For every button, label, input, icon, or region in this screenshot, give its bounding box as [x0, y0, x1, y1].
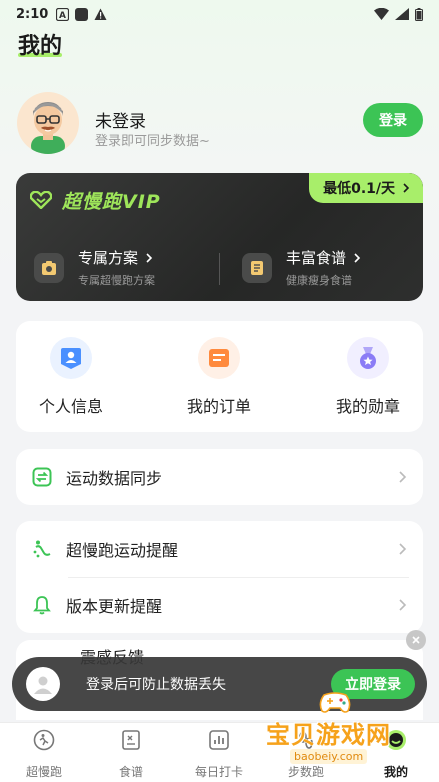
user-subtitle: 登录即可同步数据~: [95, 134, 210, 149]
wifi-icon: [374, 8, 389, 20]
gamepad-icon: [319, 692, 351, 713]
signal-icon: [395, 8, 409, 20]
watermark: 宝贝游戏网 baobeiy.com: [258, 687, 438, 773]
vip-heart-icon: [30, 191, 52, 209]
page-title: 我的: [18, 34, 63, 59]
sync-card: 运动数据同步: [16, 449, 423, 505]
plan-icon: [34, 252, 64, 283]
run-reminder-row[interactable]: 超慢跑运动提醒: [16, 521, 423, 577]
user-name: 未登录: [95, 112, 146, 132]
chevron-right-icon: [399, 471, 407, 483]
tab-label: 每日打卡: [194, 765, 243, 779]
chevron-right-icon: [146, 252, 153, 263]
chart-tab-icon: [209, 730, 229, 750]
order-icon: [198, 337, 240, 379]
reminders-card: 超慢跑运动提醒 版本更新提醒: [16, 521, 423, 633]
tab-slow-run[interactable]: 超慢跑: [4, 729, 84, 780]
vip-divider: [219, 253, 220, 285]
watermark-url: baobeiy.com: [290, 749, 368, 764]
reminder-label: 超慢跑运动提醒: [66, 541, 179, 560]
avatar[interactable]: [17, 92, 79, 154]
run-tab-icon: [33, 729, 55, 751]
sync-row[interactable]: 运动数据同步: [16, 449, 423, 505]
toast-message: 登录后可防止数据丢失: [86, 677, 226, 693]
quick-label: 个人信息: [38, 397, 103, 416]
medal-icon: [347, 337, 389, 379]
tab-daily-checkin[interactable]: 每日打卡: [179, 729, 259, 780]
sync-label: 运动数据同步: [66, 469, 163, 488]
chevron-right-icon: [403, 183, 410, 193]
vip-feature-subtitle: 健康瘦身食谱: [286, 274, 352, 287]
quick-label: 我的勋章: [335, 397, 400, 416]
close-icon: [412, 636, 420, 644]
vip-feature-title: 专属方案: [78, 249, 139, 267]
watermark-title: 宝贝游戏网: [266, 721, 391, 749]
avatar-character-icon: [31, 102, 65, 154]
quick-my-orders[interactable]: 我的订单: [159, 337, 279, 417]
chevron-right-icon: [354, 252, 361, 263]
quick-actions-card: 个人信息 我的订单 我的勋章: [16, 321, 423, 432]
warning-icon: [94, 8, 107, 20]
notification-a-icon: A: [56, 7, 70, 21]
status-time: 2:10: [16, 6, 49, 22]
vip-title: 超慢跑VIP: [62, 191, 161, 213]
running-reminder-icon: [33, 540, 51, 558]
battery-icon: [415, 7, 423, 21]
sync-icon: [32, 467, 52, 487]
user-silhouette-icon: [34, 676, 52, 694]
vip-feature-title: 丰富食谱: [286, 249, 347, 267]
status-bar: 2:10 A: [0, 0, 439, 28]
tab-recipes[interactable]: 食谱: [91, 729, 171, 780]
vip-feature-plan[interactable]: 专属方案 专属超慢跑方案: [34, 247, 155, 288]
svg-text:A: A: [59, 11, 66, 21]
toast-close-button[interactable]: [406, 630, 426, 650]
recipe-tab-icon: [122, 730, 140, 750]
tab-label: 超慢跑: [25, 765, 62, 779]
reminder-label: 版本更新提醒: [66, 597, 163, 616]
vip-card[interactable]: 超慢跑VIP 最低0.1/天 专属方案 专属超慢跑方案 丰富食谱 健康瘦身食谱: [16, 173, 423, 301]
quick-personal-info[interactable]: 个人信息: [11, 337, 131, 417]
update-reminder-row[interactable]: 版本更新提醒: [16, 577, 423, 633]
person-card-icon: [50, 337, 92, 379]
chevron-right-icon: [399, 599, 407, 611]
vip-price-text: 最低0.1/天: [323, 181, 395, 197]
quick-label: 我的订单: [186, 397, 251, 416]
login-button[interactable]: 登录: [363, 103, 423, 137]
chevron-right-icon: [399, 543, 407, 555]
bell-icon: [33, 596, 51, 615]
recipe-icon: [242, 252, 272, 283]
notification-square-icon: [75, 7, 89, 21]
tab-label: 食谱: [118, 765, 143, 779]
vip-price-badge[interactable]: 最低0.1/天: [309, 173, 423, 203]
vip-feature-recipes[interactable]: 丰富食谱 健康瘦身食谱: [242, 247, 362, 288]
vip-feature-subtitle: 专属超慢跑方案: [78, 274, 155, 287]
toast-avatar: [26, 667, 60, 701]
quick-my-medals[interactable]: 我的勋章: [308, 337, 428, 417]
